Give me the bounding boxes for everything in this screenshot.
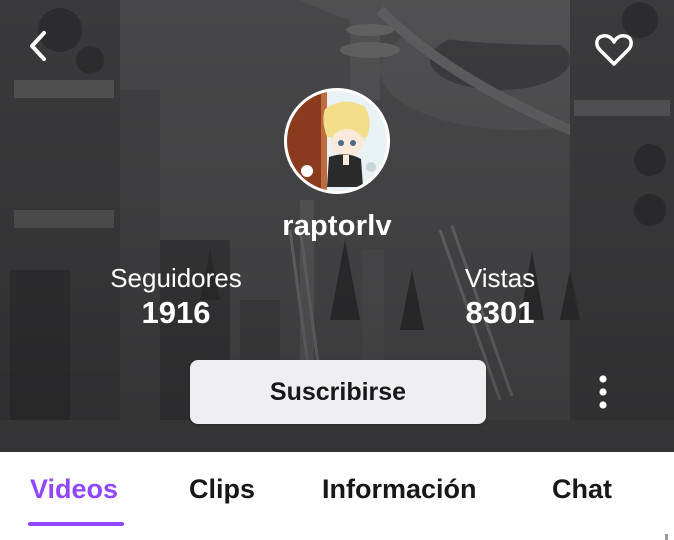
back-button[interactable] xyxy=(18,26,58,66)
chevron-left-icon xyxy=(30,31,46,61)
channel-tabs: Videos Clips Información Chat xyxy=(0,452,674,540)
channel-avatar[interactable] xyxy=(284,88,390,194)
subscribe-button[interactable]: Suscribirse xyxy=(190,360,486,424)
views-count: 8301 xyxy=(465,295,535,330)
scroll-indicator xyxy=(665,534,668,540)
views-label: Vistas xyxy=(464,263,536,293)
tab-videos[interactable]: Videos xyxy=(30,474,118,514)
followers-stat: Seguidores 1916 xyxy=(96,262,256,332)
tab-clips[interactable]: Clips xyxy=(189,474,255,514)
channel-banner: raptorlv Seguidores 1916 Vistas 8301 Sus… xyxy=(0,0,674,452)
tab-informacion[interactable]: Información xyxy=(322,474,477,514)
views-stat: Vistas 8301 xyxy=(440,262,560,332)
channel-page: raptorlv Seguidores 1916 Vistas 8301 Sus… xyxy=(0,0,674,540)
active-tab-indicator xyxy=(28,522,124,526)
heart-outline-icon xyxy=(595,34,633,66)
channel-username: raptorlv xyxy=(282,210,392,242)
avatar-image xyxy=(287,91,387,191)
followers-count: 1916 xyxy=(141,295,211,330)
favorite-button[interactable] xyxy=(592,28,636,72)
tab-chat[interactable]: Chat xyxy=(552,474,612,514)
followers-label: Seguidores xyxy=(110,263,242,293)
vertical-dots-icon xyxy=(599,375,607,409)
more-options-button[interactable] xyxy=(586,372,620,412)
